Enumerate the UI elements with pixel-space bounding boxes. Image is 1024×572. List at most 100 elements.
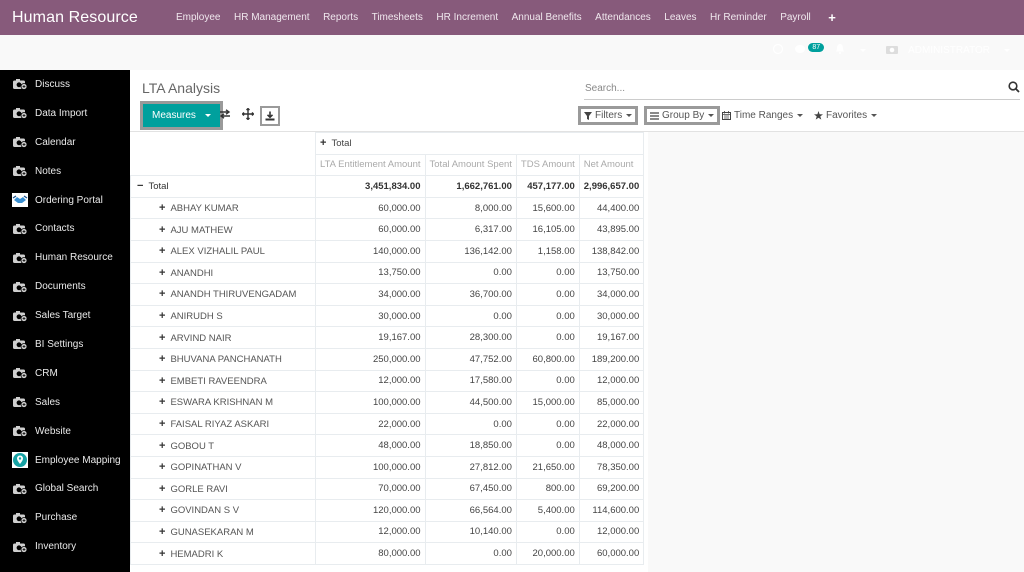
table-row: + GOPINATHAN V 100,000.00 27,812.00 21,650.0… <box>130 455 645 479</box>
value-cell: 12,000.00 <box>315 369 426 393</box>
top-menu-item[interactable]: Timesheets <box>372 12 423 23</box>
employee-name: GOPINATHAN V <box>170 462 242 474</box>
value-cell: 66,564.00 <box>424 499 517 522</box>
sidebar-item-website[interactable]: Website <box>0 417 130 446</box>
sidebar-item-label: Contacts <box>35 223 75 235</box>
expand-all-icon[interactable] <box>241 107 255 123</box>
sidebar-item-calendar[interactable]: Calendar <box>0 128 130 157</box>
row-header[interactable]: + ESWARA KRISHNAN M <box>130 391 316 414</box>
value-cell: 13,750.00 <box>578 261 645 285</box>
row-header[interactable]: + EMBETI RAVEENDRA <box>130 369 316 393</box>
app-camera-icon <box>12 309 28 323</box>
value-cell: 78,350.00 <box>578 455 645 479</box>
employee-name: ABHAY KUMAR <box>170 203 239 215</box>
sidebar-item-discuss[interactable]: Discuss <box>0 70 130 99</box>
measure-header[interactable]: Net Amount <box>578 153 645 177</box>
value-cell: 5,400.00 <box>515 499 580 522</box>
sidebar-item-global-search[interactable]: Global Search <box>0 474 130 503</box>
favorites-label: Favorites <box>826 110 868 121</box>
sidebar-item-bi-settings[interactable]: BI Settings <box>0 330 130 359</box>
value-cell: 48,000.00 <box>315 434 426 457</box>
table-row: + ARVIND NAIR 19,167.00 28,300.00 0.00 19,167… <box>130 326 645 349</box>
value-cell: 136,142.00 <box>424 239 517 263</box>
employee-name: ARVIND NAIR <box>170 332 232 344</box>
row-header[interactable]: + GUNASEKARAN M <box>130 520 316 544</box>
top-menu-item[interactable]: Hr Reminder <box>710 12 767 23</box>
row-header[interactable]: + ANANDHI <box>130 261 316 285</box>
favorites-button[interactable]: Favorites <box>814 110 878 121</box>
app-camera-icon <box>12 424 28 438</box>
top-menu-item[interactable]: HR Management <box>234 12 310 23</box>
pivot-table-wrap: + Total LTA Entitlement Amount Total Amoun… <box>130 132 645 565</box>
col-header-total[interactable]: + Total <box>314 132 645 155</box>
notification-bell-icon[interactable] <box>834 43 846 58</box>
measures-button[interactable]: Measures <box>143 104 220 127</box>
row-header[interactable]: + GOBOU T <box>130 434 316 457</box>
measure-header[interactable]: TDS Amount <box>515 153 580 177</box>
value-cell: 0.00 <box>515 412 580 436</box>
groupby-button[interactable]: Group By <box>644 106 721 125</box>
row-header[interactable]: + ARVIND NAIR <box>130 326 316 349</box>
value-cell: 43,895.00 <box>578 218 645 241</box>
sidebar-item-data-import[interactable]: Data Import <box>0 99 130 128</box>
user-menu[interactable]: ADMINISTRATOR <box>908 45 990 56</box>
employee-name: GORLE RAVI <box>170 483 228 495</box>
expand-plus-icon: + <box>159 331 166 344</box>
sidebar-item-sales[interactable]: Sales <box>0 388 130 417</box>
value-cell: 0.00 <box>515 434 580 457</box>
expand-plus-icon: + <box>159 439 166 452</box>
sidebar-item-sales-target[interactable]: Sales Target <box>0 301 130 330</box>
row-header[interactable]: + GOPINATHAN V <box>130 455 316 479</box>
top-menu-item[interactable]: Annual Benefits <box>512 12 582 23</box>
value-cell: 114,600.00 <box>578 499 645 522</box>
measure-header[interactable]: Total Amount Spent <box>424 153 517 177</box>
row-header[interactable]: + ANANDH THIRUVENGADAM <box>130 283 316 306</box>
sidebar-item-ordering-portal[interactable]: Ordering Portal <box>0 186 130 215</box>
value-cell: 21,650.00 <box>515 455 580 479</box>
sidebar-item-label: Sales Target <box>35 310 91 322</box>
app-title[interactable]: Human Resource <box>0 9 176 27</box>
row-header[interactable]: + FAISAL RIYAZ ASKARI <box>130 412 316 436</box>
chat-icon[interactable] <box>794 43 806 58</box>
row-header[interactable]: + HEMADRI K <box>130 542 316 565</box>
employee-name: BHUVANA PANCHANATH <box>170 354 282 366</box>
row-header[interactable]: + ANIRUDH S <box>130 304 316 328</box>
employee-name: ANIRUDH S <box>170 311 223 323</box>
sidebar-item-contacts[interactable]: Contacts <box>0 214 130 243</box>
expand-plus-icon: + <box>159 418 166 431</box>
search-input[interactable]: Search... <box>584 80 1020 100</box>
top-menu-item[interactable]: HR Increment <box>436 12 498 23</box>
top-menu-item[interactable]: Reports <box>323 12 358 23</box>
sidebar-item-employee-mapping[interactable]: Employee Mapping <box>0 446 130 475</box>
row-header[interactable]: + AJU MATHEW <box>130 218 316 241</box>
row-header[interactable]: + GOVINDAN S V <box>130 499 316 522</box>
row-header[interactable]: + GORLE RAVI <box>130 477 316 501</box>
flip-axis-icon[interactable] <box>219 108 231 122</box>
row-header[interactable]: + ABHAY KUMAR <box>130 196 316 220</box>
row-header-total[interactable]: − Total <box>130 175 316 198</box>
sidebar-item-human-resource[interactable]: Human Resource <box>0 243 130 272</box>
sidebar-item-notes[interactable]: Notes <box>0 157 130 186</box>
sidebar-item-inventory[interactable]: Inventory <box>0 532 130 561</box>
table-row: + ANIRUDH S 30,000.00 0.00 0.00 30,000.00 <box>130 304 645 328</box>
value-cell: 1,158.00 <box>515 239 580 263</box>
expand-plus-icon: + <box>159 310 166 323</box>
measure-header[interactable]: LTA Entitlement Amount <box>315 153 426 177</box>
activity-clock-icon[interactable] <box>772 43 784 58</box>
top-menu-item[interactable]: Leaves <box>664 12 696 23</box>
value-cell: 47,752.00 <box>424 347 517 371</box>
top-menu-item[interactable]: Attendances <box>595 12 651 23</box>
download-xlsx-button[interactable] <box>260 106 280 126</box>
plus-icon[interactable]: + <box>828 10 836 25</box>
employee-name: ANANDHI <box>170 267 214 279</box>
top-menu-item[interactable]: Payroll <box>780 12 811 23</box>
sidebar-item-documents[interactable]: Documents <box>0 272 130 301</box>
sidebar-item-crm[interactable]: CRM <box>0 359 130 388</box>
top-menu-item[interactable]: Employee <box>176 12 220 23</box>
row-header[interactable]: + ALEX VIZHALIL PAUL <box>130 239 316 263</box>
filters-button[interactable]: Filters <box>578 106 639 125</box>
sidebar-item-purchase[interactable]: Purchase <box>0 503 130 532</box>
timeranges-button[interactable]: Time Ranges <box>722 110 804 121</box>
search-icon[interactable] <box>1008 81 1020 96</box>
row-header[interactable]: + BHUVANA PANCHANATH <box>130 347 316 371</box>
